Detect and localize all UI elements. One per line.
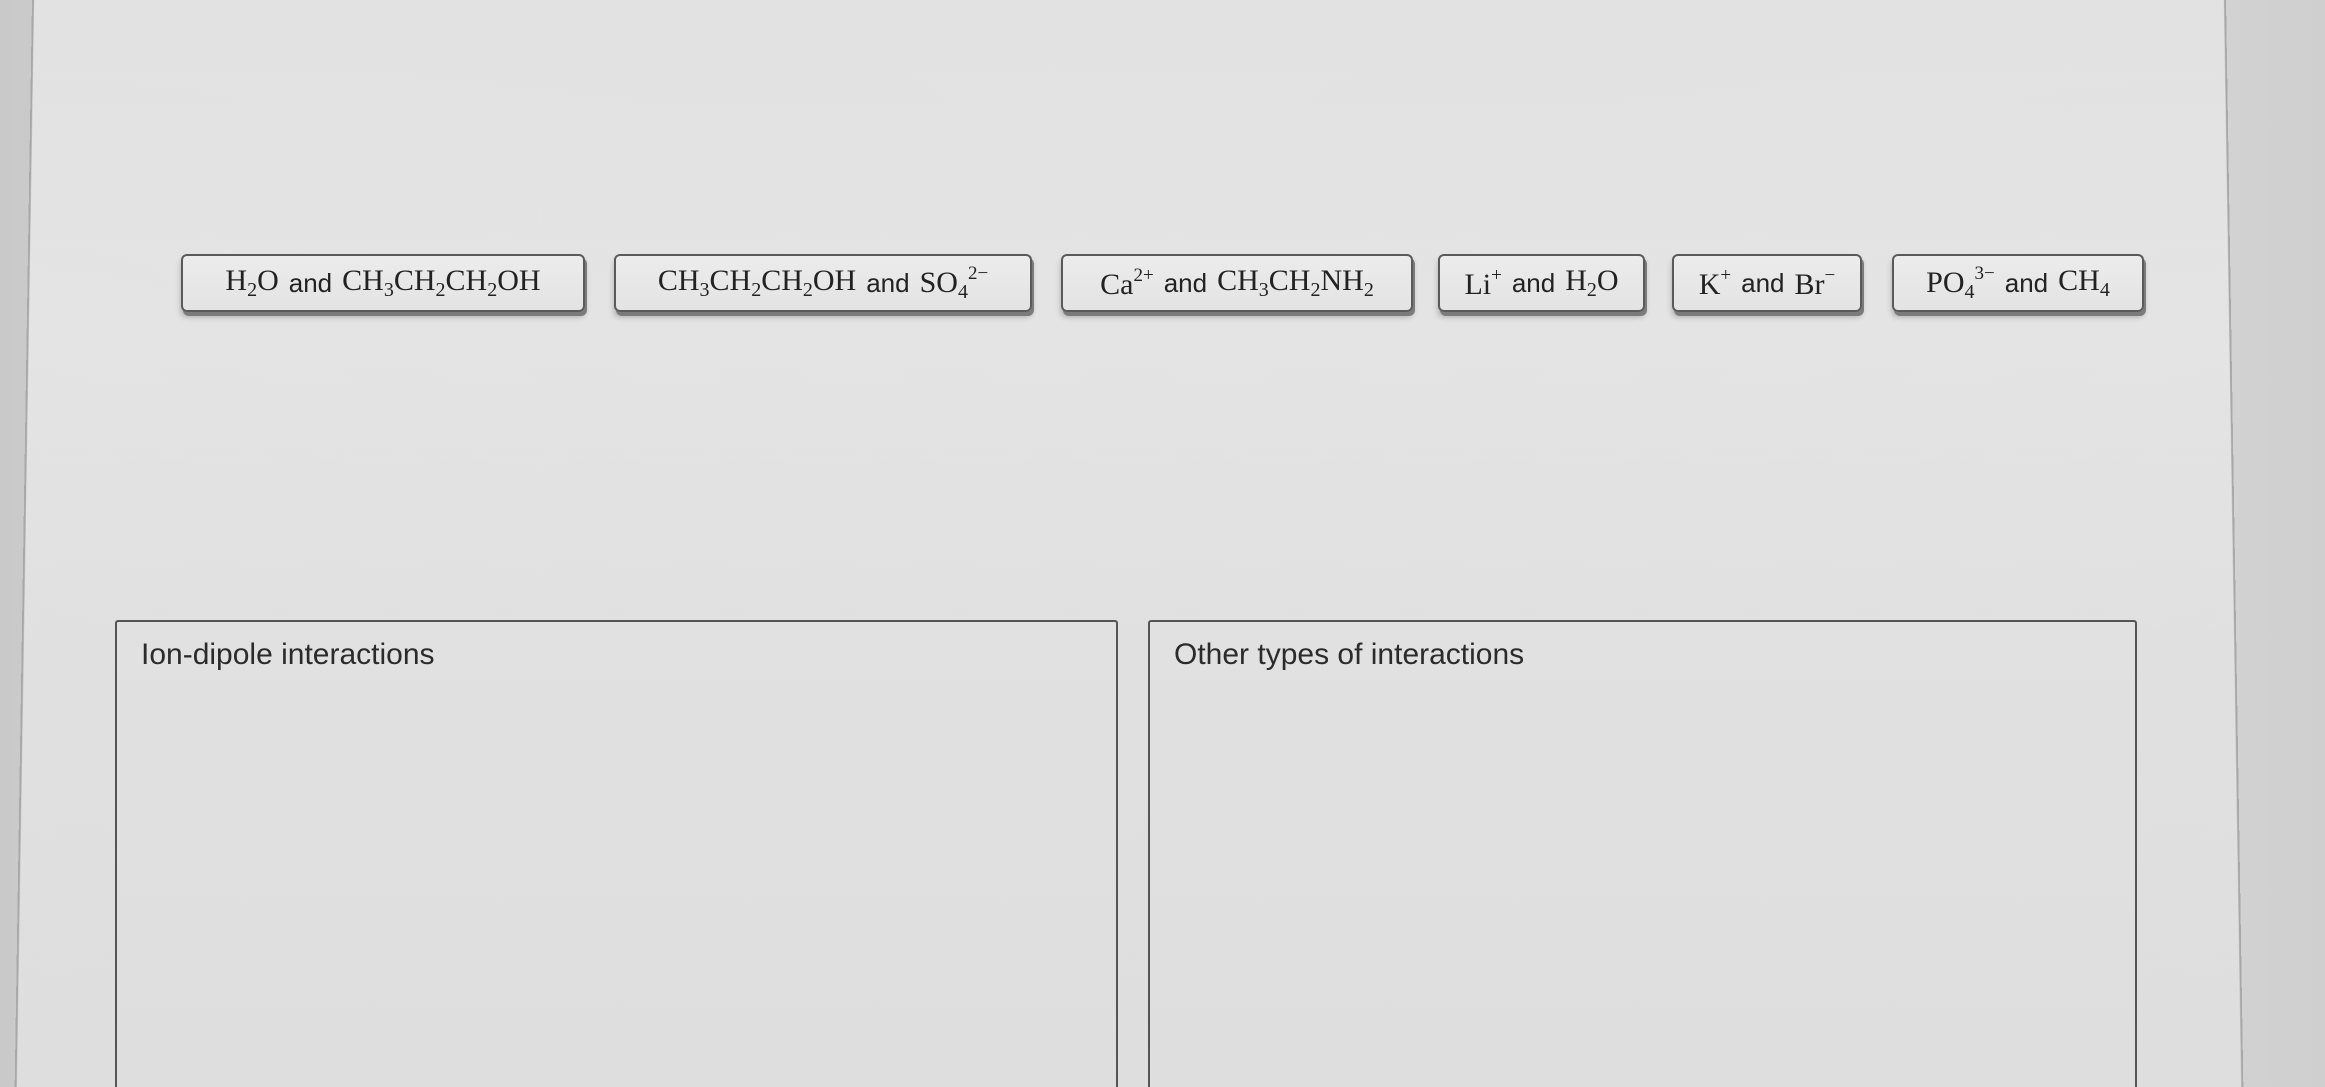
answer-chip-bank: H2O and CH3CH2CH2OH CH3CH2CH2OH and SO42… [0,254,2325,324]
formula-potassium-ion: K+ [1698,264,1732,301]
chip-lithium-and-water[interactable]: Li+ and H2O [1438,254,1645,312]
formula-sulfate: SO42− [919,262,989,303]
screen: H2O and CH3CH2CH2OH CH3CH2CH2OH and SO42… [0,0,2325,1087]
connector-and: and [2004,267,2049,298]
formula-lithium-ion: Li+ [1464,264,1502,301]
connector-and: and [1741,267,1785,298]
drop-zone-label: Other types of interactions [1174,638,1525,671]
chip-potassium-and-bromide[interactable]: K+ and Br− [1672,254,1862,312]
chip-phosphate-and-methane[interactable]: PO43− and CH4 [1892,254,2144,312]
connector-and: and [866,267,910,298]
drop-zone-other-interactions[interactable]: Other types of interactions [1148,620,2137,1087]
chip-h2o-and-propanol[interactable]: H2O and CH3CH2CH2OH [181,254,585,312]
formula-calcium-ion: Ca2+ [1100,264,1154,301]
formula-propanol: CH3CH2CH2OH [342,264,541,301]
connector-and: and [1163,267,1208,298]
connector-and: and [288,267,333,298]
formula-water: H2O [225,264,279,301]
formula-ethylamine: CH3CH2NH2 [1217,264,1374,301]
drop-zone-ion-dipole[interactable]: Ion-dipole interactions [115,620,1118,1087]
formula-phosphate: PO43− [1926,262,1995,303]
formula-bromide-ion: Br− [1794,264,1836,301]
formula-propanol: CH3CH2CH2OH [657,264,857,301]
formula-methane: CH4 [2058,264,2110,301]
chip-calcium-and-ethylamine[interactable]: Ca2+ and CH3CH2NH2 [1061,254,1413,312]
drop-zone-label: Ion-dipole interactions [141,638,435,671]
formula-water: H2O [1565,264,1619,301]
connector-and: and [1511,267,1556,298]
chip-propanol-and-sulfate[interactable]: CH3CH2CH2OH and SO42− [614,254,1032,312]
